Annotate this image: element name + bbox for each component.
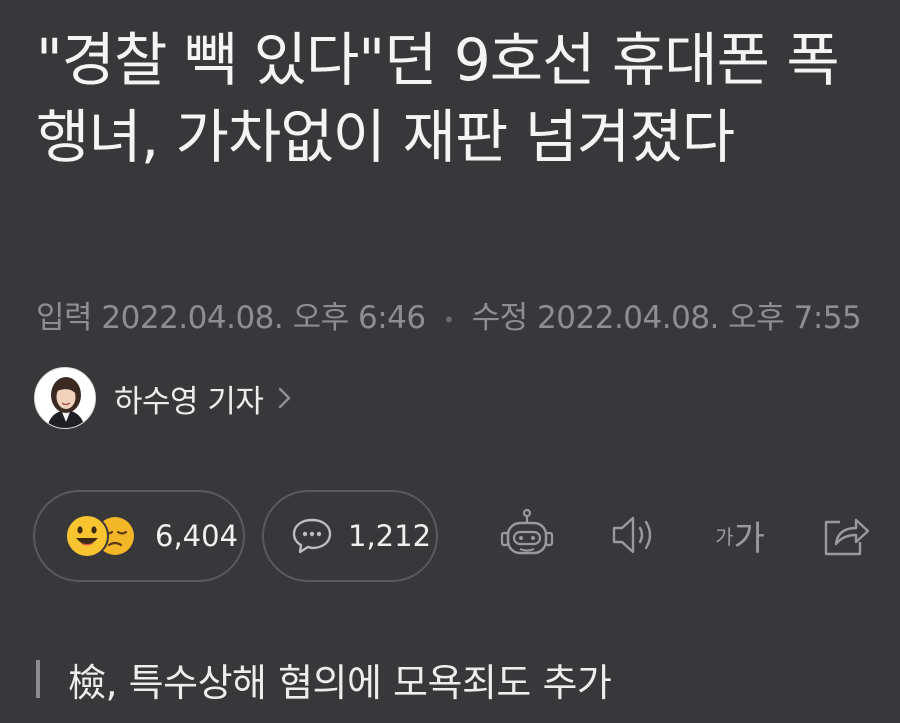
subheadline-bar bbox=[36, 660, 40, 698]
subheadline-text: 檢, 특수상해 혐의에 모욕죄도 추가 bbox=[68, 660, 612, 705]
reaction-emoji-group bbox=[65, 514, 134, 558]
chevron-right-icon bbox=[279, 387, 291, 409]
article-meta: 입력 2022.04.08. 오후 6:46 • 수정 2022.04.08. … bbox=[36, 292, 862, 337]
comment-bubble-icon bbox=[292, 518, 332, 554]
font-size-button[interactable]: 가가 bbox=[708, 505, 772, 565]
edit-time: 2022.04.08. 오후 7:55 bbox=[537, 300, 862, 336]
text-to-speech-button[interactable] bbox=[604, 505, 664, 565]
author-link[interactable]: 하수영 기자 bbox=[34, 366, 295, 430]
reaction-count: 6,404 bbox=[155, 519, 239, 553]
comment-button[interactable]: 1,212 bbox=[262, 490, 438, 582]
article-headline: "경찰 빽 있다"던 9호선 휴대폰 폭행녀, 가차없이 재판 넘겨졌다 bbox=[36, 26, 840, 171]
reaction-button[interactable]: 6,404 bbox=[33, 490, 245, 582]
reaction-emojis bbox=[63, 511, 147, 561]
author-name: 하수영 기자 bbox=[114, 383, 264, 420]
font-size-big-label: 가 bbox=[733, 518, 765, 559]
meta-separator: • bbox=[442, 307, 455, 332]
speaker-icon bbox=[612, 516, 652, 554]
article-subheadline: 檢, 특수상해 혐의에 모욕죄도 추가 bbox=[36, 650, 612, 708]
article-page: "경찰 빽 있다"던 9호선 휴대폰 폭행녀, 가차없이 재판 넘겨졌다 입력 … bbox=[0, 0, 900, 723]
edit-label: 수정 bbox=[471, 300, 529, 336]
smile-emoji-icon bbox=[65, 514, 109, 558]
input-time: 2022.04.08. 오후 6:46 bbox=[101, 300, 426, 336]
comment-count: 1,212 bbox=[348, 519, 432, 553]
share-button[interactable] bbox=[816, 505, 876, 565]
share-icon bbox=[824, 518, 870, 556]
font-size-small-label: 가 bbox=[715, 524, 734, 549]
input-label: 입력 bbox=[36, 300, 93, 336]
summary-bot-button[interactable] bbox=[497, 505, 557, 565]
avatar bbox=[34, 367, 96, 429]
reporter-photo-icon bbox=[35, 368, 95, 428]
robot-icon bbox=[500, 508, 554, 555]
